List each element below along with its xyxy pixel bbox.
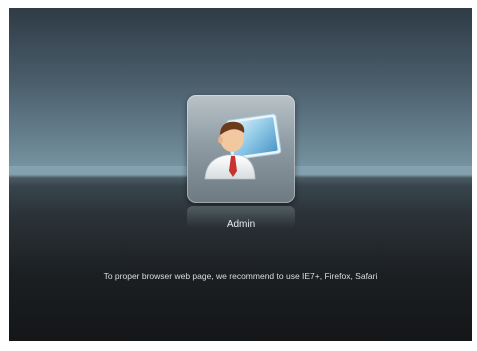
browser-recommendation-text: To proper browser web page, we recommend…: [103, 271, 378, 281]
user-account-tile[interactable]: [187, 95, 295, 203]
screen: Admin To proper browser web page, we rec…: [0, 0, 477, 351]
user-name-label[interactable]: Admin: [187, 219, 295, 230]
login-background: Admin To proper browser web page, we rec…: [9, 8, 472, 341]
user-avatar-with-monitor-icon: [204, 113, 282, 180]
